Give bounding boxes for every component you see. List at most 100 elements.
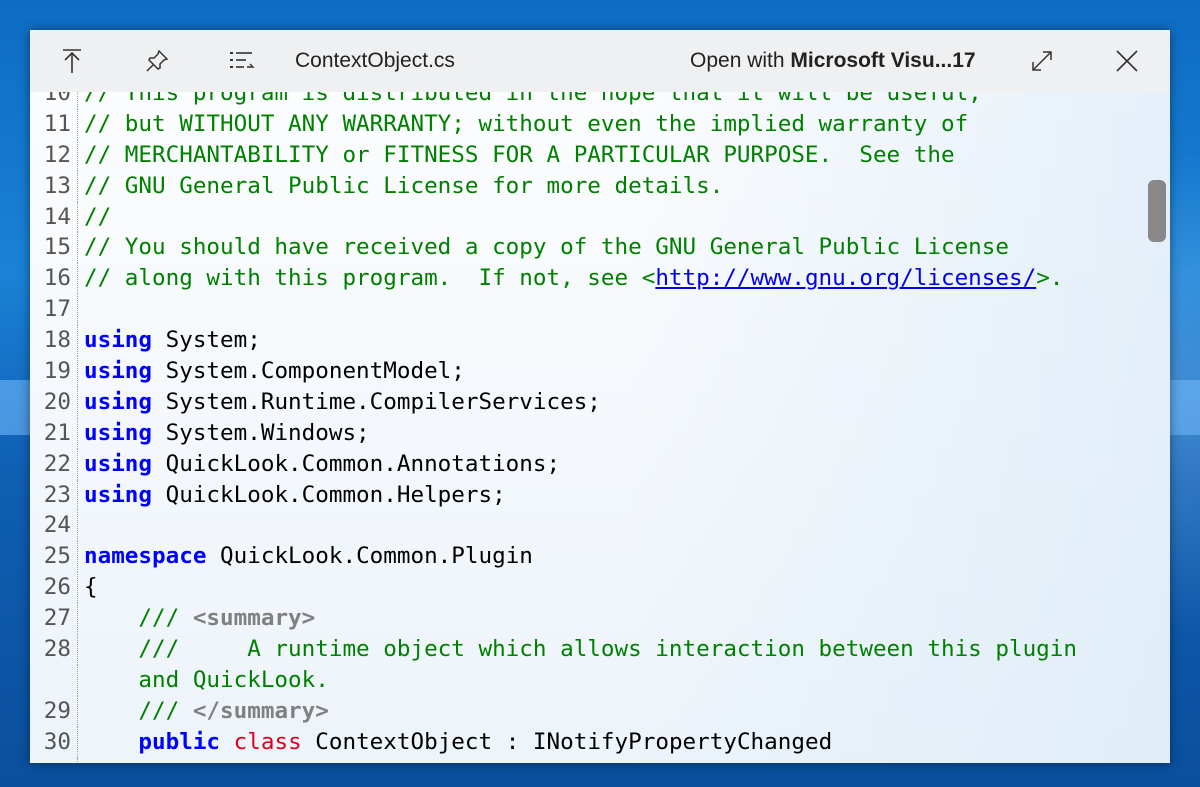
keyword: class bbox=[233, 728, 302, 755]
code-token: ContextObject : INotifyPropertyChanged bbox=[301, 728, 833, 755]
pin-top-icon[interactable] bbox=[57, 46, 87, 76]
gutter-divider bbox=[77, 139, 78, 171]
keyword: using bbox=[84, 388, 153, 415]
pin-icon[interactable] bbox=[142, 46, 172, 76]
code-token: QuickLook.Common.Plugin bbox=[206, 543, 533, 570]
code-line: 17 bbox=[30, 294, 1170, 326]
gutter-divider bbox=[77, 664, 78, 696]
code-line: 31 { bbox=[30, 757, 1170, 763]
close-icon[interactable] bbox=[1112, 46, 1142, 76]
comment-text: // along with this program. If not, see … bbox=[84, 265, 656, 292]
code-line: 10 // This program is distributed in the … bbox=[30, 92, 1170, 109]
line-number: 22 bbox=[43, 450, 71, 477]
line-number: 24 bbox=[43, 512, 71, 539]
code-text: namespace QuickLook.Common.Plugin bbox=[84, 541, 533, 572]
code-text: // This program is distributed in the ho… bbox=[84, 92, 982, 109]
scrollbar-thumb[interactable] bbox=[1148, 180, 1166, 242]
gutter-divider bbox=[77, 325, 78, 357]
title-bar[interactable]: ContextObject.cs Open with Microsoft Vis… bbox=[30, 30, 1170, 93]
gutter-divider bbox=[77, 294, 78, 326]
doc-comment: and QuickLook. bbox=[84, 666, 329, 693]
gutter-divider bbox=[77, 510, 78, 542]
code-text: using QuickLook.Common.Helpers; bbox=[84, 480, 506, 511]
code-text: // GNU General Public License for more d… bbox=[84, 171, 723, 202]
line-number: 31 bbox=[30, 758, 75, 763]
line-number: 10 bbox=[43, 92, 71, 106]
line-number: 19 bbox=[43, 358, 71, 385]
code-text: using QuickLook.Common.Annotations; bbox=[84, 449, 560, 480]
code-text: using System; bbox=[84, 325, 261, 356]
gutter-divider bbox=[77, 448, 78, 480]
code-token: // GNU General Public License for more d… bbox=[84, 172, 724, 199]
code-line: 22 using QuickLook.Common.Annotations; bbox=[30, 448, 1170, 480]
gutter-divider bbox=[77, 201, 78, 233]
doc-comment: /// A runtime object which allows intera… bbox=[84, 636, 1077, 663]
code-token: // but WITHOUT ANY WARRANTY; without eve… bbox=[84, 110, 969, 137]
doc-comment: /// bbox=[84, 605, 193, 632]
keyword: namespace bbox=[84, 543, 207, 570]
code-text: /// <summary> bbox=[84, 603, 315, 634]
line-number: 27 bbox=[43, 605, 71, 632]
code-text: using System.Runtime.CompilerServices; bbox=[84, 387, 601, 418]
code-token: System.ComponentModel; bbox=[152, 358, 465, 385]
code-token: QuickLook.Common.Helpers; bbox=[152, 481, 506, 508]
code-text: // bbox=[84, 202, 111, 233]
gutter-divider bbox=[77, 572, 78, 604]
code-line: 24 bbox=[30, 510, 1170, 542]
gutter-divider bbox=[77, 170, 78, 202]
line-number: 30 bbox=[43, 728, 71, 755]
code-token: // This program is distributed in the ho… bbox=[84, 92, 982, 106]
line-number: 11 bbox=[43, 110, 71, 137]
line-number: 13 bbox=[43, 172, 71, 199]
line-number: 16 bbox=[43, 265, 71, 292]
code-line: and QuickLook. bbox=[30, 664, 1170, 696]
code-text: /// </summary> bbox=[84, 696, 328, 727]
line-number: 15 bbox=[43, 234, 71, 261]
menu-icon[interactable] bbox=[227, 46, 257, 76]
open-with-app: Microsoft Visu...17 bbox=[790, 49, 976, 72]
keyword: using bbox=[84, 327, 153, 354]
line-number: 23 bbox=[43, 481, 71, 508]
code-line: 11 // but WITHOUT ANY WARRANTY; without e… bbox=[30, 108, 1170, 140]
code-line: 19 using System.ComponentModel; bbox=[30, 356, 1170, 387]
gutter-divider bbox=[77, 757, 78, 763]
gutter-divider bbox=[77, 263, 78, 295]
xml-doc-tag: <summary> bbox=[192, 605, 316, 632]
gutter-divider bbox=[77, 356, 78, 387]
line-number: 18 bbox=[43, 327, 71, 354]
code-line: 29 /// </summary> bbox=[30, 695, 1170, 727]
gutter-divider bbox=[77, 695, 78, 727]
keyword: using bbox=[84, 481, 153, 508]
vertical-scrollbar[interactable] bbox=[1144, 92, 1170, 763]
code-token: // MERCHANTABILITY or FITNESS FOR A PART… bbox=[84, 141, 955, 168]
gutter-divider bbox=[77, 726, 78, 758]
line-number: 28 bbox=[43, 636, 71, 663]
gutter-divider bbox=[77, 232, 78, 264]
code-token: { bbox=[84, 760, 152, 763]
doc-comment: /// bbox=[84, 697, 193, 724]
code-text: // MERCHANTABILITY or FITNESS FOR A PART… bbox=[84, 140, 955, 171]
code-line: 13 // GNU General Public License for more… bbox=[30, 170, 1170, 202]
code-editor[interactable]: 10 // This program is distributed in the … bbox=[30, 92, 1170, 763]
license-link[interactable]: http://www.gnu.org/licenses/ bbox=[655, 265, 1036, 291]
code-text: using System.ComponentModel; bbox=[84, 356, 465, 387]
quicklook-window: ContextObject.cs Open with Microsoft Vis… bbox=[30, 30, 1170, 763]
gutter-divider bbox=[77, 92, 78, 109]
code-text: public class ContextObject : INotifyProp… bbox=[84, 727, 832, 758]
gutter-divider bbox=[77, 417, 78, 449]
gutter-divider bbox=[77, 634, 78, 665]
code-line: 25 namespace QuickLook.Common.Plugin bbox=[30, 541, 1170, 573]
open-with-button[interactable]: Open with Microsoft Visu...17 bbox=[690, 49, 976, 73]
comment-text: >. bbox=[1036, 265, 1064, 292]
code-token: // bbox=[84, 203, 112, 230]
line-number: 20 bbox=[43, 388, 71, 415]
code-line: 20 using System.Runtime.CompilerServices; bbox=[30, 386, 1170, 418]
code-line: 27 /// <summary> bbox=[30, 603, 1170, 635]
code-token: System.Runtime.CompilerServices; bbox=[152, 388, 601, 415]
code-text: // but WITHOUT ANY WARRANTY; without eve… bbox=[84, 109, 968, 140]
code-token: QuickLook.Common.Annotations; bbox=[152, 450, 561, 477]
maximize-icon[interactable] bbox=[1027, 46, 1057, 76]
line-number: 17 bbox=[43, 296, 71, 323]
code-line: 28 /// A runtime object which allows int… bbox=[30, 634, 1170, 665]
code-text: // You should have received a copy of th… bbox=[84, 232, 1009, 263]
